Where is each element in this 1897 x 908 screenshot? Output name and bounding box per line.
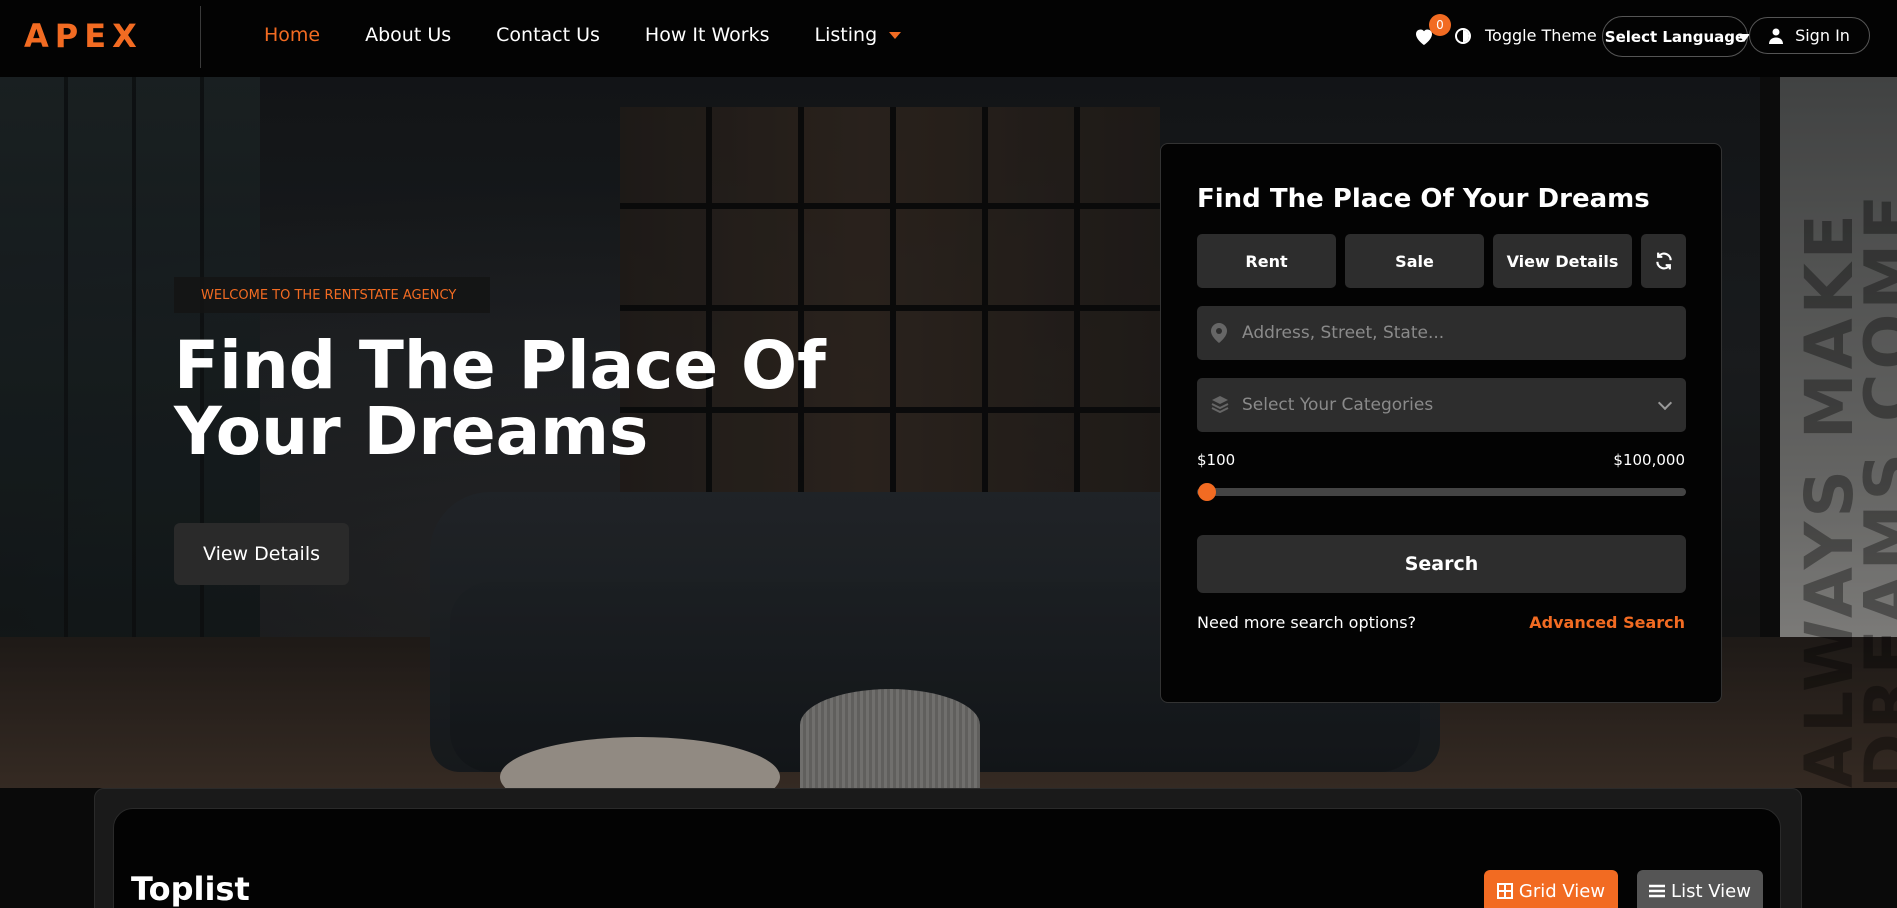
- hero-watermark-text: ALWAYS MAKE DREAMS COME: [1791, 190, 1897, 788]
- list-view-label: List View: [1671, 880, 1751, 902]
- toggle-theme-button[interactable]: Toggle Theme: [1485, 26, 1597, 45]
- search-panel-title: Find The Place Of Your Dreams: [1197, 184, 1650, 214]
- nav-about-us[interactable]: About Us: [365, 24, 451, 46]
- site-header: APEX Home About Us Contact Us How It Wor…: [0, 0, 1897, 77]
- toplist-title: Toplist: [131, 870, 250, 908]
- reset-button[interactable]: [1641, 234, 1686, 288]
- layers-icon: [1211, 396, 1229, 413]
- nav-contact-us[interactable]: Contact Us: [496, 24, 600, 46]
- user-icon: [1769, 28, 1784, 44]
- grid-view-label: Grid View: [1518, 880, 1606, 902]
- view-details-button[interactable]: View Details: [174, 523, 349, 585]
- tab-rent[interactable]: Rent: [1197, 234, 1336, 288]
- search-tabs: Rent Sale View Details: [1197, 234, 1686, 288]
- nav-listing-label: Listing: [814, 24, 878, 46]
- grid-view-button[interactable]: Grid View: [1484, 870, 1618, 908]
- search-button[interactable]: Search: [1197, 535, 1686, 593]
- wishlist-count-badge: 0: [1429, 14, 1451, 36]
- nav-home[interactable]: Home: [264, 24, 320, 46]
- tab-sale[interactable]: Sale: [1345, 234, 1484, 288]
- map-pin-icon: [1211, 323, 1227, 343]
- language-select[interactable]: Select Language: [1602, 16, 1748, 57]
- price-min-label: $100: [1197, 451, 1236, 469]
- nav-how-it-works[interactable]: How It Works: [645, 24, 770, 46]
- sign-in-button[interactable]: Sign In: [1749, 17, 1870, 54]
- refresh-icon: [1655, 252, 1672, 270]
- half-circle-icon[interactable]: [1455, 28, 1471, 44]
- sign-in-label: Sign In: [1795, 26, 1850, 45]
- category-select[interactable]: Select Your Categories: [1197, 378, 1686, 432]
- tab-view-details[interactable]: View Details: [1493, 234, 1632, 288]
- header-divider: [200, 6, 201, 68]
- list-icon: [1649, 884, 1666, 898]
- hero-eyebrow: WELCOME TO THE RENTSTATE AGENCY: [174, 277, 490, 313]
- address-placeholder: Address, Street, State...: [1242, 323, 1445, 343]
- logo[interactable]: APEX: [24, 16, 143, 56]
- price-max-label: $100,000: [1613, 451, 1685, 469]
- list-view-button[interactable]: List View: [1637, 870, 1763, 908]
- hero-title: Find The Place Of Your Dreams: [174, 327, 826, 470]
- chevron-down-icon: [889, 32, 902, 39]
- advanced-search-link[interactable]: Advanced Search: [1529, 613, 1685, 632]
- nav-listing[interactable]: Listing: [815, 24, 902, 46]
- chevron-down-icon: [1657, 395, 1673, 411]
- price-range-handle[interactable]: [1198, 483, 1216, 501]
- category-placeholder: Select Your Categories: [1242, 395, 1434, 415]
- grid-icon: [1496, 883, 1513, 899]
- price-range-slider[interactable]: [1197, 483, 1686, 501]
- more-options-text: Need more search options?: [1197, 613, 1417, 632]
- address-input[interactable]: Address, Street, State...: [1197, 306, 1686, 360]
- language-select-label: Select Language: [1604, 27, 1746, 46]
- main-nav: Home About Us Contact Us How It Works Li…: [264, 24, 946, 46]
- search-panel: Find The Place Of Your Dreams Rent Sale …: [1160, 143, 1722, 703]
- logo-text: APEX: [24, 17, 143, 55]
